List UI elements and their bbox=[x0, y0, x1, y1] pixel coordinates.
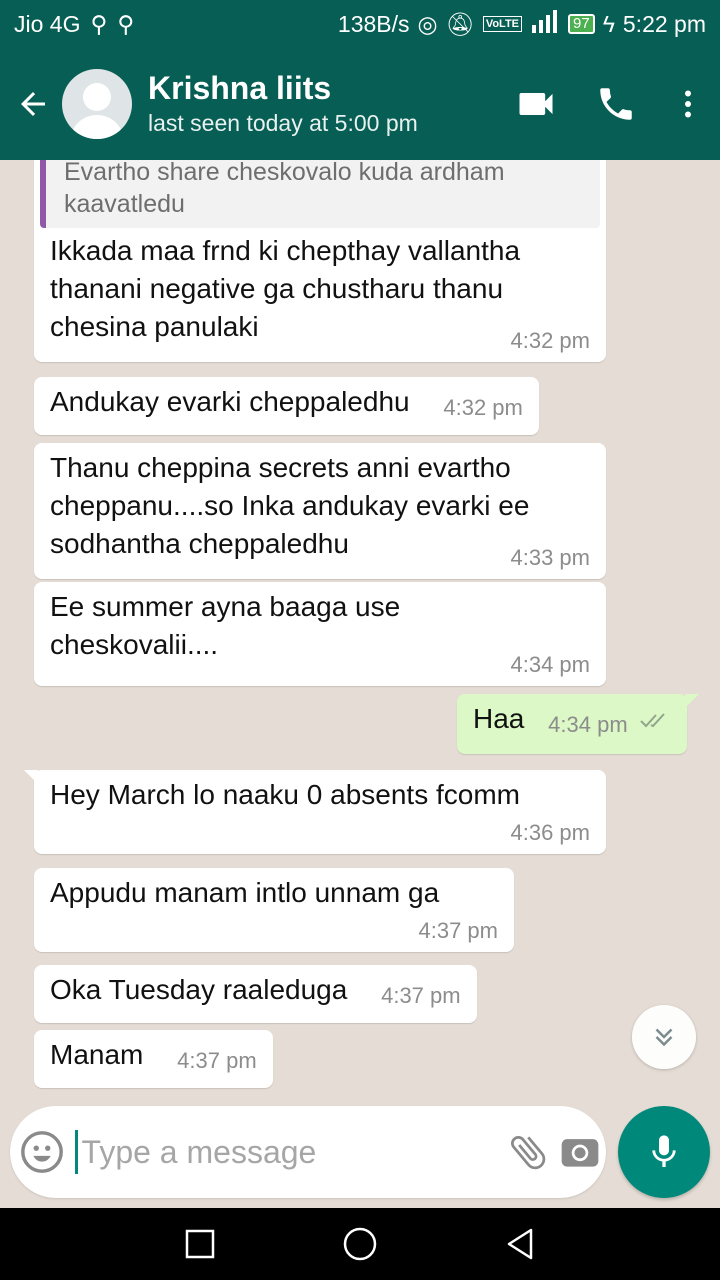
avatar[interactable] bbox=[62, 69, 132, 139]
hotspot-icon: ◎ bbox=[417, 10, 438, 37]
chat-header: Krishna liits last seen today at 5:00 pm bbox=[0, 48, 720, 160]
message-time: 4:37 pm bbox=[381, 983, 461, 1008]
message-time: 4:34 pm bbox=[548, 712, 628, 737]
emoji-icon bbox=[21, 1131, 64, 1173]
voice-record-button[interactable] bbox=[618, 1106, 710, 1198]
message-time: 4:32 pm bbox=[443, 395, 523, 420]
message-time: 4:33 pm bbox=[510, 545, 591, 570]
net-speed-label: 138B/s bbox=[337, 10, 410, 37]
clock: 5:22 pm bbox=[622, 10, 706, 37]
usb-debug-icon: ⚲ bbox=[117, 10, 135, 37]
message-text: Oka Tuesday raaleduga bbox=[50, 974, 348, 1005]
message-list[interactable]: Evartho share cheskovalo kuda ardham kaa… bbox=[0, 160, 720, 1100]
message-time: 4:32 pm bbox=[510, 328, 591, 353]
circle-icon bbox=[343, 1227, 377, 1261]
signal-icon bbox=[530, 9, 560, 39]
mute-icon: 🔕︎ bbox=[445, 10, 475, 37]
charging-icon: ϟ bbox=[602, 10, 615, 37]
camera-button[interactable] bbox=[554, 1106, 606, 1198]
message-bubble-outgoing[interactable]: Haa 4:34 pm bbox=[457, 694, 700, 754]
attach-button[interactable] bbox=[502, 1106, 554, 1198]
message-bubble-incoming[interactable]: Evartho share cheskovalo kuda ardham kaa… bbox=[34, 160, 606, 362]
message-text: Thanu cheppina secrets anni evartho chep… bbox=[50, 452, 530, 559]
volte-badge: VoLTE bbox=[482, 16, 523, 32]
video-camera-icon bbox=[519, 93, 553, 115]
phone-icon bbox=[600, 88, 632, 120]
message-text: Haa bbox=[473, 703, 525, 734]
message-bubble-incoming[interactable]: Appudu manam intlo unnam ga 4:37 pm bbox=[34, 868, 514, 952]
message-bubble-incoming[interactable]: Andukay evarki cheppaledhu 4:32 pm bbox=[34, 377, 539, 435]
message-text: Manam bbox=[50, 1039, 144, 1070]
recents-button[interactable] bbox=[170, 1214, 230, 1274]
message-text: Ikkada maa frnd ki chepthay vallantha th… bbox=[50, 235, 521, 342]
message-text: Hey March lo naaku 0 absents fcomm bbox=[50, 779, 520, 810]
back-button[interactable] bbox=[4, 48, 62, 160]
home-button[interactable] bbox=[330, 1214, 390, 1274]
quoted-message[interactable]: Evartho share cheskovalo kuda ardham kaa… bbox=[40, 160, 600, 228]
message-bubble-incoming[interactable]: Oka Tuesday raaleduga 4:37 pm bbox=[34, 965, 477, 1023]
battery-icon: 97 bbox=[568, 14, 595, 34]
message-text: Andukay evarki cheppaledhu bbox=[50, 386, 410, 417]
emoji-button[interactable] bbox=[10, 1106, 75, 1198]
microphone-icon bbox=[652, 1135, 676, 1167]
more-vert-icon bbox=[685, 90, 691, 118]
message-bubble-incoming[interactable]: Thanu cheppina secrets anni evartho chep… bbox=[34, 443, 606, 579]
arrow-left-icon bbox=[21, 92, 45, 116]
square-icon bbox=[185, 1229, 215, 1259]
carrier-label: Jio 4G bbox=[14, 10, 81, 37]
message-text: Ee summer ayna baaga use cheskovalii.... bbox=[50, 591, 401, 660]
message-text: Appudu manam intlo unnam ga bbox=[50, 877, 440, 908]
message-bubble-incoming[interactable]: Hey March lo naaku 0 absents fcomm 4:36 … bbox=[24, 770, 606, 854]
scroll-to-bottom-button[interactable] bbox=[632, 1005, 696, 1069]
last-seen-status: last seen today at 5:00 pm bbox=[148, 110, 418, 136]
double-check-icon bbox=[640, 713, 666, 728]
paperclip-icon bbox=[510, 1136, 545, 1170]
system-nav-bar bbox=[0, 1208, 720, 1280]
usb-icon: ⚲ bbox=[90, 10, 108, 37]
status-bar: Jio 4G ⚲ ⚲ 138B/s ◎ 🔕︎ VoLTE 97 ϟ 5:22 p… bbox=[0, 0, 720, 48]
message-time: 4:34 pm bbox=[510, 652, 591, 677]
double-chevron-down-icon bbox=[655, 1028, 673, 1047]
message-input[interactable] bbox=[74, 1130, 502, 1174]
more-options-button[interactable] bbox=[656, 64, 720, 144]
message-time: 4:36 pm bbox=[510, 820, 591, 845]
message-bubble-incoming[interactable]: Ee summer ayna baaga use cheskovalii....… bbox=[34, 582, 606, 686]
camera-icon bbox=[561, 1139, 599, 1167]
back-nav-button[interactable] bbox=[490, 1214, 550, 1274]
message-bubble-incoming[interactable]: Manam 4:37 pm bbox=[34, 1030, 273, 1088]
triangle-back-icon bbox=[507, 1228, 533, 1260]
voice-call-button[interactable] bbox=[576, 64, 656, 144]
message-time: 4:37 pm bbox=[418, 918, 499, 943]
contact-name: Krishna liits bbox=[148, 70, 332, 106]
video-call-button[interactable] bbox=[496, 64, 576, 144]
contact-info[interactable]: Krishna liits last seen today at 5:00 pm bbox=[148, 69, 418, 139]
message-composer bbox=[10, 1106, 606, 1198]
message-time: 4:37 pm bbox=[177, 1048, 257, 1073]
